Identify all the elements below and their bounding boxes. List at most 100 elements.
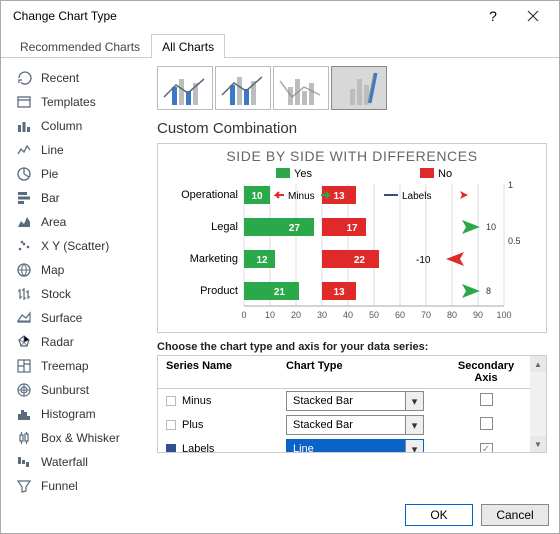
sidebar-item-area[interactable]: Area: [9, 210, 147, 234]
svg-text:-10: -10: [416, 255, 431, 266]
svg-text:20: 20: [291, 310, 301, 320]
sidebar-item-label: Stock: [41, 287, 71, 301]
sidebar-item-label: Templates: [41, 95, 96, 109]
radar-icon: [15, 334, 33, 350]
grid-header: Series Name Chart Type Secondary Axis: [158, 356, 530, 389]
bar-icon: [15, 190, 33, 206]
svg-text:Labels: Labels: [402, 191, 431, 202]
chart-type-select[interactable]: Stacked Bar▾: [286, 391, 424, 411]
templates-icon: [15, 94, 33, 110]
combo-subtype-thumbs: [157, 66, 547, 110]
area-icon: [15, 214, 33, 230]
series-name: Plus: [182, 419, 203, 431]
chart-type-select[interactable]: Line▾: [286, 439, 424, 453]
secondary-axis-checkbox[interactable]: [480, 417, 493, 430]
svg-text:8: 8: [486, 286, 491, 296]
svg-text:70: 70: [421, 310, 431, 320]
grid-scrollbar[interactable]: ▲ ▼: [530, 356, 546, 452]
sidebar-item-label: Sunburst: [41, 383, 89, 397]
sidebar-item-label: Recent: [41, 71, 79, 85]
histogram-icon: [15, 406, 33, 422]
sidebar-item-label: Funnel: [41, 479, 78, 493]
sidebar-item-sunburst[interactable]: Sunburst: [9, 378, 147, 402]
svg-text:90: 90: [473, 310, 483, 320]
sidebar-item-stock[interactable]: Stock: [9, 282, 147, 306]
series-color-swatch: [166, 396, 176, 406]
tab-recommended[interactable]: Recommended Charts: [9, 34, 151, 58]
sunburst-icon: [15, 382, 33, 398]
sidebar-item-bar[interactable]: Bar: [9, 186, 147, 210]
sidebar-item-scatter[interactable]: X Y (Scatter): [9, 234, 147, 258]
svg-text:30: 30: [317, 310, 327, 320]
svg-text:50: 50: [369, 310, 379, 320]
sidebar-item-waterfall[interactable]: Waterfall: [9, 450, 147, 474]
svg-text:Minus: Minus: [288, 191, 315, 202]
legend-yes: Yes: [294, 168, 312, 180]
svg-text:13: 13: [333, 191, 345, 202]
combo-subtype-1[interactable]: [157, 66, 213, 110]
sidebar-item-column[interactable]: Column: [9, 114, 147, 138]
series-color-swatch: [166, 420, 176, 430]
close-button[interactable]: [513, 2, 553, 30]
sidebar-item-histogram[interactable]: Histogram: [9, 402, 147, 426]
help-button[interactable]: ?: [473, 2, 513, 30]
column-icon: [15, 118, 33, 134]
scroll-up-button[interactable]: ▲: [530, 356, 546, 372]
scroll-down-button[interactable]: ▼: [530, 436, 546, 452]
svg-text:10: 10: [486, 222, 496, 232]
combo-subtype-2[interactable]: [215, 66, 271, 110]
series-row[interactable]: Labels Line▾ ✓: [158, 437, 530, 453]
tab-strip: Recommended Charts All Charts: [1, 33, 559, 58]
svg-text:40: 40: [343, 310, 353, 320]
sidebar-item-line[interactable]: Line: [9, 138, 147, 162]
chart-type-select[interactable]: Stacked Bar▾: [286, 415, 424, 435]
waterfall-icon: [15, 454, 33, 470]
secondary-axis-checkbox[interactable]: ✓: [480, 443, 493, 454]
series-row[interactable]: Plus Stacked Bar▾: [158, 413, 530, 437]
chart-type-sidebar: Recent Templates Column Line Pie Bar Are…: [1, 58, 151, 496]
sidebar-item-label: Bar: [41, 191, 60, 205]
sidebar-item-label: Area: [41, 215, 66, 229]
boxwhisker-icon: [15, 430, 33, 446]
sidebar-item-funnel[interactable]: Funnel: [9, 474, 147, 496]
svg-text:27: 27: [289, 223, 301, 234]
cancel-button[interactable]: Cancel: [481, 504, 549, 526]
scatter-icon: [15, 238, 33, 254]
sidebar-item-map[interactable]: Map: [9, 258, 147, 282]
window-title: Change Chart Type: [13, 9, 117, 23]
combo-subtype-3[interactable]: [273, 66, 329, 110]
sidebar-item-label: Pie: [41, 167, 58, 181]
recent-icon: [15, 70, 33, 86]
svg-text:100: 100: [496, 310, 511, 320]
sidebar-item-radar[interactable]: Radar: [9, 330, 147, 354]
sidebar-item-label: Column: [41, 119, 82, 133]
sidebar-item-label: Radar: [41, 335, 74, 349]
sidebar-item-surface[interactable]: Surface: [9, 306, 147, 330]
secondary-axis-checkbox[interactable]: [480, 393, 493, 406]
series-section-label: Choose the chart type and axis for your …: [157, 341, 547, 353]
surface-icon: [15, 310, 33, 326]
tab-all-charts[interactable]: All Charts: [151, 34, 225, 58]
sidebar-item-boxwhisker[interactable]: Box & Whisker: [9, 426, 147, 450]
ok-button[interactable]: OK: [405, 504, 473, 526]
svg-text:22: 22: [354, 255, 366, 266]
series-row[interactable]: Minus Stacked Bar▾: [158, 389, 530, 413]
sidebar-item-label: Histogram: [41, 407, 96, 421]
treemap-icon: [15, 358, 33, 374]
svg-text:13: 13: [333, 287, 345, 298]
titlebar: Change Chart Type ?: [1, 1, 559, 31]
grid-header-axis: Secondary Axis: [442, 356, 530, 388]
sidebar-item-label: Surface: [41, 311, 82, 325]
sidebar-item-label: X Y (Scatter): [41, 239, 109, 253]
sidebar-item-recent[interactable]: Recent: [9, 66, 147, 90]
series-color-swatch: [166, 444, 176, 453]
sidebar-item-pie[interactable]: Pie: [9, 162, 147, 186]
stock-icon: [15, 286, 33, 302]
sidebar-item-templates[interactable]: Templates: [9, 90, 147, 114]
combo-subtype-custom[interactable]: [331, 66, 387, 110]
svg-text:80: 80: [447, 310, 457, 320]
sidebar-item-treemap[interactable]: Treemap: [9, 354, 147, 378]
svg-text:0: 0: [241, 310, 246, 320]
chart-preview[interactable]: SIDE BY SIDE WITH DIFFERENCES Yes No Ope…: [157, 143, 547, 333]
svg-text:Operational: Operational: [181, 189, 238, 201]
